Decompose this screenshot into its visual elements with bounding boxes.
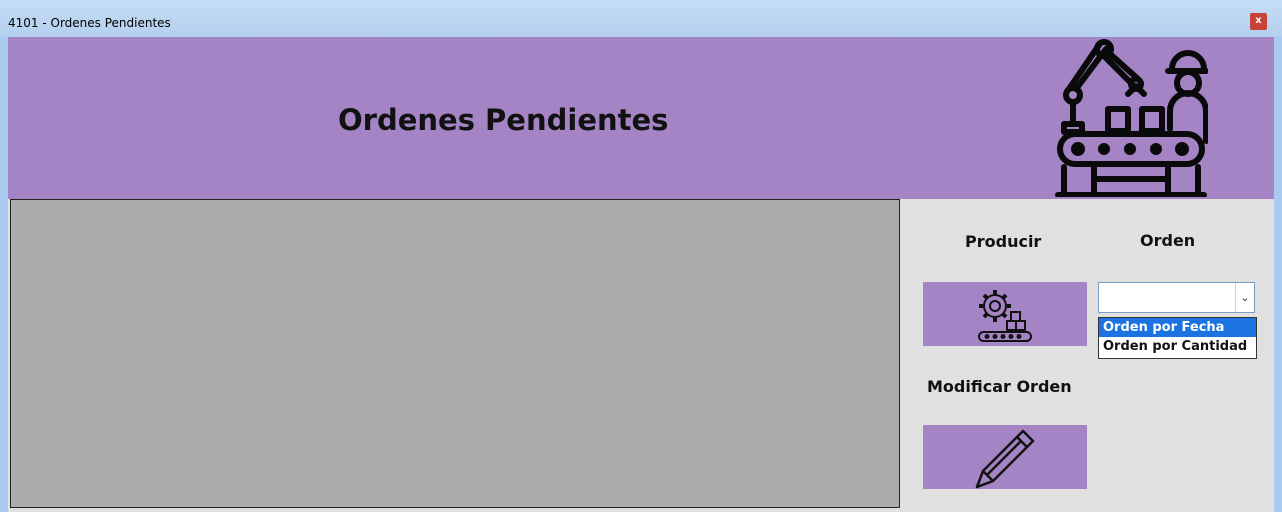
option-orden-por-fecha[interactable]: Orden por Fecha xyxy=(1099,318,1256,337)
pencil-icon xyxy=(975,429,1035,489)
window-title: 4101 - Ordenes Pendientes xyxy=(8,16,171,30)
title-bar[interactable]: 4101 - Ordenes Pendientes x xyxy=(0,0,1282,37)
producir-label: Producir xyxy=(965,232,1042,251)
producir-button[interactable] xyxy=(923,282,1087,346)
gear-conveyor-icon xyxy=(978,290,1032,342)
orden-dropdown-list[interactable]: Orden por Fecha Orden por Cantidad xyxy=(1098,317,1257,359)
factory-worker-icon xyxy=(1055,39,1208,197)
window: 4101 - Ordenes Pendientes x Ordenes Pend… xyxy=(0,0,1282,512)
header-banner: Ordenes Pendientes xyxy=(8,37,1274,199)
page-title: Ordenes Pendientes xyxy=(338,103,669,137)
orders-grid[interactable] xyxy=(10,199,900,508)
client-area: Ordenes Pendientes Producir Modificar Or… xyxy=(8,37,1274,512)
modificar-orden-button[interactable] xyxy=(923,425,1087,489)
modificar-orden-label: Modificar Orden xyxy=(927,377,1072,396)
orden-label: Orden xyxy=(1140,231,1196,250)
orden-select[interactable]: ⌄ xyxy=(1098,282,1255,313)
close-button[interactable]: x xyxy=(1250,13,1267,30)
chevron-down-icon[interactable]: ⌄ xyxy=(1235,283,1254,312)
option-orden-por-cantidad[interactable]: Orden por Cantidad xyxy=(1099,337,1256,356)
